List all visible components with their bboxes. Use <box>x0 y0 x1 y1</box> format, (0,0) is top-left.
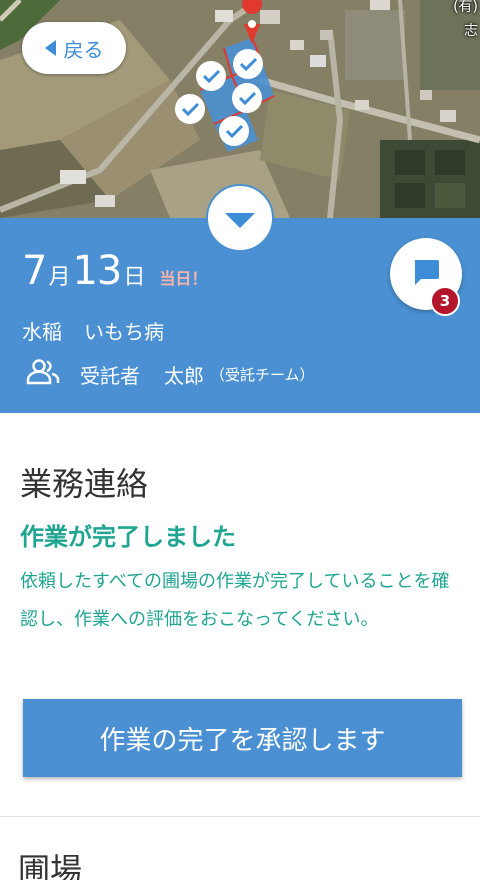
chevron-down-icon <box>225 212 255 228</box>
back-button[interactable]: 戻る <box>22 22 126 74</box>
people-icon <box>26 359 60 389</box>
field-check-icon <box>196 61 226 91</box>
date-day-unit: 日 <box>123 265 146 290</box>
date-month: 7 <box>22 248 47 294</box>
work-date: 7 月 13 日 当日！ <box>22 248 207 294</box>
fields-section-title: 圃場 <box>18 851 83 880</box>
section-divider <box>0 816 480 817</box>
today-badge: 当日！ <box>159 269 208 288</box>
map-place-label: (有) <box>453 0 478 15</box>
chat-unread-badge: 3 <box>430 286 460 316</box>
notice-section-title: 業務連絡 <box>20 465 149 503</box>
field-check-icon <box>232 83 262 113</box>
contractor-label: 受託者 <box>80 363 140 388</box>
field-check-icon <box>233 49 263 79</box>
approve-completion-button[interactable]: 作業の完了を承認します <box>23 699 462 777</box>
crop-info: 水稲 いもち病 <box>22 316 164 345</box>
back-button-label: 戻る <box>63 37 104 62</box>
date-day: 13 <box>72 248 122 294</box>
field-check-icon <box>219 116 249 146</box>
completion-headline: 作業が完了しました <box>20 523 236 551</box>
date-month-unit: 月 <box>48 265 71 290</box>
collapse-toggle-button[interactable] <box>206 184 274 252</box>
field-check-icon <box>175 94 205 124</box>
chat-icon <box>411 257 441 291</box>
map-place-label: 志 <box>464 23 478 39</box>
disease-name: いもち病 <box>84 320 164 344</box>
crop-name: 水稲 <box>22 320 62 344</box>
contractor-info: 受託者 太郎 （受託チーム） <box>26 359 315 389</box>
completion-message: 依頼したすべての圃場の作業が完了していることを確認し、作業への評価をおこなってく… <box>20 571 450 630</box>
contractor-team: （受託チーム） <box>210 365 315 384</box>
contractor-name: 太郎 <box>164 363 204 388</box>
back-arrow-icon <box>44 40 56 56</box>
